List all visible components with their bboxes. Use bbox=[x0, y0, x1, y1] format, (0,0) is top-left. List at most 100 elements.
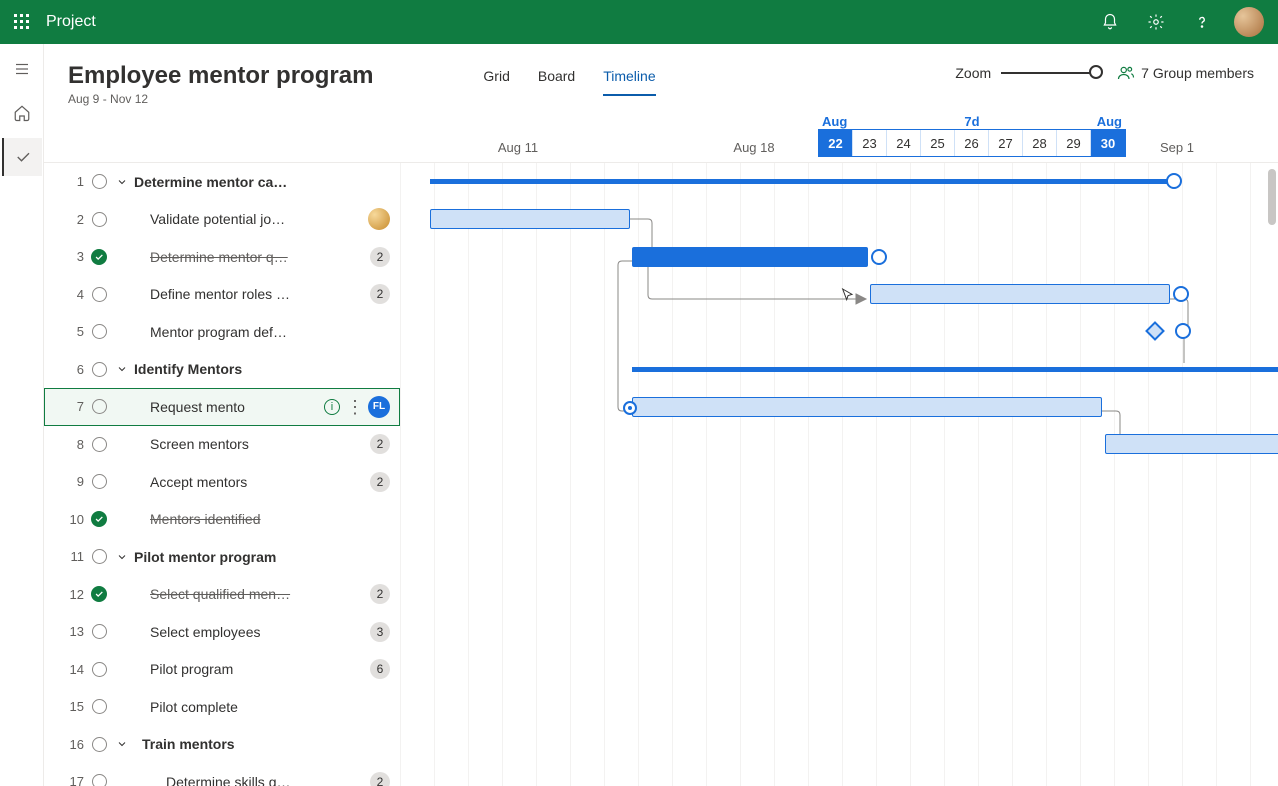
task-row[interactable]: 1Determine mentor ca… bbox=[44, 163, 400, 201]
task-name: Pilot program bbox=[130, 661, 364, 677]
status-toggle[interactable] bbox=[84, 662, 114, 677]
tab-timeline[interactable]: Timeline bbox=[603, 68, 655, 96]
status-toggle[interactable] bbox=[84, 737, 114, 752]
task-row[interactable]: 14Pilot program6 bbox=[44, 651, 400, 689]
status-toggle[interactable] bbox=[84, 212, 114, 227]
status-toggle[interactable] bbox=[84, 549, 114, 564]
gantt-chart[interactable] bbox=[400, 163, 1278, 786]
app-name: Project bbox=[46, 13, 96, 31]
count-badge: 2 bbox=[370, 247, 390, 267]
task-row[interactable]: 8Screen mentors2 bbox=[44, 426, 400, 464]
user-avatar[interactable] bbox=[1234, 7, 1264, 37]
gantt-bar[interactable] bbox=[430, 209, 630, 229]
task-row[interactable]: 11Pilot mentor program bbox=[44, 538, 400, 576]
notifications-icon[interactable] bbox=[1096, 8, 1124, 36]
task-row[interactable]: 16Train mentors bbox=[44, 726, 400, 764]
row-number: 3 bbox=[62, 249, 84, 264]
assignee-avatar[interactable]: FL bbox=[368, 396, 390, 418]
task-row[interactable]: 13 Select employees 3 bbox=[44, 613, 400, 651]
row-number: 11 bbox=[62, 549, 84, 564]
status-toggle[interactable] bbox=[84, 624, 114, 639]
gantt-bar[interactable] bbox=[1175, 323, 1191, 339]
settings-icon[interactable] bbox=[1142, 8, 1170, 36]
task-row[interactable]: 9Accept mentors2 bbox=[44, 463, 400, 501]
app-launcher-icon[interactable] bbox=[8, 8, 36, 36]
row-number: 10 bbox=[62, 512, 84, 527]
task-row[interactable]: 4Define mentor roles …2 bbox=[44, 276, 400, 314]
scrollbar-thumb[interactable] bbox=[1268, 169, 1276, 225]
axis-day[interactable]: 23 bbox=[853, 130, 887, 156]
status-toggle[interactable] bbox=[84, 511, 114, 527]
task-row[interactable]: 5Mentor program def… bbox=[44, 313, 400, 351]
task-row[interactable]: 6Identify Mentors bbox=[44, 351, 400, 389]
axis-selection[interactable]: Aug 7d Aug 222324252627282930 bbox=[818, 114, 1126, 157]
info-icon[interactable]: i bbox=[324, 399, 340, 415]
tab-grid[interactable]: Grid bbox=[483, 68, 509, 96]
tasks-icon[interactable] bbox=[2, 138, 42, 176]
task-name: Select employees bbox=[130, 624, 364, 640]
task-name: Validate potential jo… bbox=[130, 211, 362, 227]
task-row[interactable]: 7Request mentoi⋮FL bbox=[44, 388, 400, 426]
status-toggle[interactable] bbox=[84, 437, 114, 452]
task-name: Screen mentors bbox=[130, 436, 364, 452]
status-toggle[interactable] bbox=[84, 399, 114, 414]
task-name: Define mentor roles … bbox=[130, 286, 364, 302]
axis-tick: Sep 1 bbox=[1160, 140, 1194, 155]
zoom-slider[interactable] bbox=[1001, 72, 1097, 74]
task-name: Determine skills g… bbox=[130, 774, 364, 786]
gantt-bar[interactable] bbox=[1105, 434, 1278, 454]
project-title: Employee mentor program bbox=[68, 62, 373, 90]
task-row[interactable]: 10Mentors identified bbox=[44, 501, 400, 539]
row-number: 1 bbox=[62, 174, 84, 189]
gantt-bar[interactable] bbox=[632, 247, 868, 267]
group-members-button[interactable]: 7 Group members bbox=[1117, 64, 1254, 82]
gantt-bar[interactable] bbox=[430, 179, 1172, 184]
milestone-icon[interactable] bbox=[1145, 321, 1165, 341]
expand-toggle[interactable] bbox=[114, 363, 130, 375]
task-row[interactable]: 3 Determine mentor q… 2 bbox=[44, 238, 400, 276]
task-row[interactable]: 12Select qualified men…2 bbox=[44, 576, 400, 614]
axis-day[interactable]: 22 bbox=[819, 130, 853, 156]
help-icon[interactable] bbox=[1188, 8, 1216, 36]
status-toggle[interactable] bbox=[84, 174, 114, 189]
gantt-bar[interactable] bbox=[632, 397, 1102, 417]
axis-day[interactable]: 30 bbox=[1091, 130, 1125, 156]
expand-toggle[interactable] bbox=[114, 551, 130, 563]
row-number: 9 bbox=[62, 474, 84, 489]
status-toggle[interactable] bbox=[84, 324, 114, 339]
status-toggle[interactable] bbox=[84, 362, 114, 377]
axis-day[interactable]: 26 bbox=[955, 130, 989, 156]
status-toggle[interactable] bbox=[84, 474, 114, 489]
status-toggle[interactable] bbox=[84, 287, 114, 302]
status-toggle[interactable] bbox=[84, 249, 114, 265]
axis-day[interactable]: 28 bbox=[1023, 130, 1057, 156]
status-toggle[interactable] bbox=[84, 774, 114, 786]
zoom-control[interactable]: Zoom bbox=[955, 65, 1097, 81]
expand-toggle[interactable] bbox=[114, 176, 130, 188]
row-number: 13 bbox=[62, 624, 84, 639]
project-dates: Aug 9 - Nov 12 bbox=[68, 92, 373, 106]
axis-day[interactable]: 24 bbox=[887, 130, 921, 156]
count-badge: 3 bbox=[370, 622, 390, 642]
status-toggle[interactable] bbox=[84, 586, 114, 602]
home-icon[interactable] bbox=[2, 94, 42, 132]
axis-day[interactable]: 25 bbox=[921, 130, 955, 156]
count-badge: 2 bbox=[370, 434, 390, 454]
axis-day[interactable]: 29 bbox=[1057, 130, 1091, 156]
task-name: Determine mentor q… bbox=[130, 249, 364, 265]
assignee-avatar[interactable] bbox=[368, 208, 390, 230]
hamburger-icon[interactable] bbox=[2, 50, 42, 88]
gantt-bar[interactable] bbox=[632, 367, 1278, 372]
task-row[interactable]: 2Validate potential jo… bbox=[44, 201, 400, 239]
row-number: 4 bbox=[62, 287, 84, 302]
axis-day[interactable]: 27 bbox=[989, 130, 1023, 156]
expand-toggle[interactable] bbox=[114, 738, 130, 750]
tab-board[interactable]: Board bbox=[538, 68, 575, 96]
status-toggle[interactable] bbox=[84, 699, 114, 714]
task-row[interactable]: 15Pilot complete bbox=[44, 688, 400, 726]
count-badge: 2 bbox=[370, 472, 390, 492]
gantt-bar[interactable] bbox=[870, 284, 1170, 304]
task-row[interactable]: 17Determine skills g…2 bbox=[44, 763, 400, 786]
project-header: Employee mentor program Aug 9 - Nov 12 G… bbox=[44, 44, 1278, 106]
count-badge: 2 bbox=[370, 584, 390, 604]
